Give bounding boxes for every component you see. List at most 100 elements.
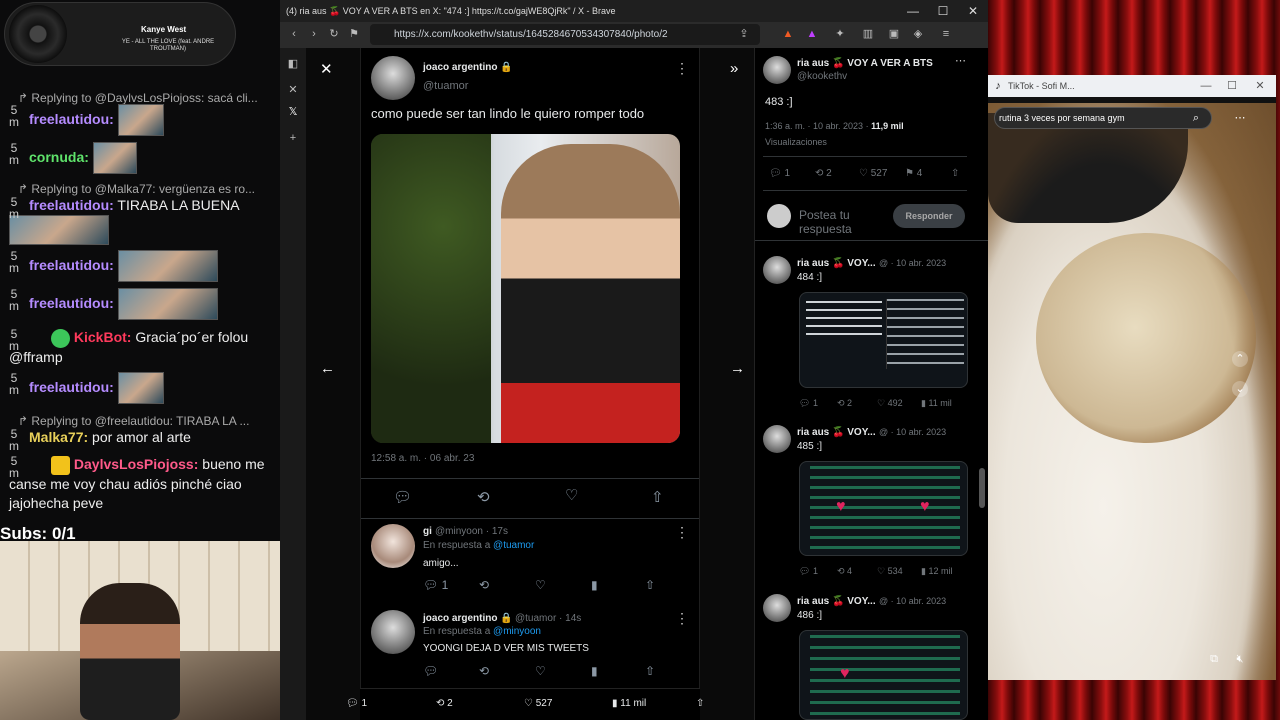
tweet-photo[interactable] xyxy=(371,134,680,443)
reply-icon[interactable]: 💬︎ xyxy=(393,488,412,506)
item-image[interactable] xyxy=(799,292,968,388)
thread-likes[interactable]: ♡ 527 xyxy=(859,168,887,179)
views-icon[interactable]: ▮ xyxy=(591,578,598,592)
sidebar-toggle-icon[interactable]: ▥ xyxy=(860,26,876,42)
maximize-button[interactable]: ☐ xyxy=(928,0,958,22)
item-avatar[interactable] xyxy=(763,256,791,284)
item-author[interactable]: ria aus 🍒 VOY... xyxy=(797,427,876,438)
views-icon[interactable]: ▮ xyxy=(591,664,598,678)
item-views[interactable]: ▮ 12 mil xyxy=(921,566,952,577)
item-avatar[interactable] xyxy=(763,594,791,622)
extensions-icon[interactable]: ✦ xyxy=(832,26,848,42)
browser-window: (4) ria aus 🍒 VOY A VER A BTS en X: "474… xyxy=(280,0,989,720)
search-icon[interactable]: ⌕ xyxy=(1188,110,1204,126)
item-author[interactable]: ria aus 🍒 VOY... xyxy=(797,258,876,269)
retweet-icon[interactable]: ⟲ xyxy=(479,664,489,678)
close-icon[interactable]: ✕ xyxy=(320,60,333,78)
like-icon[interactable]: ♡ xyxy=(565,486,578,504)
mute-icon[interactable]: 🔇︎ xyxy=(1232,651,1248,667)
sidebar-panel-icon[interactable]: ◧ xyxy=(285,56,301,72)
bottom-replies[interactable]: 💬︎ 1 xyxy=(346,698,367,709)
bottom-views[interactable]: ▮ 11 mil xyxy=(612,698,646,709)
more-options-icon[interactable]: ⋯ xyxy=(955,54,966,67)
item-likes[interactable]: ♡ 492 xyxy=(877,398,903,409)
menu-icon[interactable]: ≡ xyxy=(938,26,954,42)
share-icon[interactable]: ⇧ xyxy=(645,578,655,592)
item-views[interactable]: ▮ 11 mil xyxy=(921,398,952,409)
maximize-button[interactable]: ☐ xyxy=(1224,78,1240,94)
reload-icon[interactable]: ↻ xyxy=(326,26,342,42)
thread-author-name[interactable]: ria aus 🍒 VOY A VER A BTS xyxy=(797,58,933,69)
author-handle[interactable]: @tuamor xyxy=(423,80,468,92)
reply-author[interactable]: joaco argentino 🔒 xyxy=(423,613,513,624)
tweet-timestamp[interactable]: 12:58 a. m. · 06 abr. 23 xyxy=(371,453,474,464)
thread-author-avatar[interactable] xyxy=(763,56,791,84)
item-retweets[interactable]: ⟲ 2 xyxy=(837,398,852,409)
item-retweets[interactable]: ⟲ 4 xyxy=(837,566,852,577)
author-avatar[interactable] xyxy=(371,56,415,100)
item-image[interactable]: ♥ xyxy=(799,630,968,720)
item-replies[interactable]: 💬︎ 1 xyxy=(799,398,818,409)
share-icon[interactable]: ⇧ xyxy=(645,664,655,678)
reply-icon[interactable]: 💬︎ xyxy=(423,664,438,678)
minimize-button[interactable]: — xyxy=(1198,78,1214,94)
next-arrow-icon[interactable]: → xyxy=(730,360,745,377)
share-page-icon[interactable]: ⇪ xyxy=(736,26,752,42)
scroll-up-icon[interactable]: ⌃ xyxy=(1232,351,1248,367)
brave-shields-icon[interactable]: ▲ xyxy=(780,26,796,42)
reply-input[interactable]: Postea tu respuesta xyxy=(799,208,889,236)
emote xyxy=(92,142,137,174)
more-options-icon[interactable]: ⋮ xyxy=(675,60,689,77)
bottom-share-icon[interactable]: ⇧ xyxy=(696,698,704,709)
browser-toolbar: ‹ › ↻ ⚑ https://x.com/kookethv/status/16… xyxy=(280,22,988,48)
chat-reply-context: ↱ Replying to @freelautidou: TIRABA LA .… xyxy=(18,414,250,428)
retweet-icon[interactable]: ⟲ xyxy=(477,488,490,506)
reply-author[interactable]: gi xyxy=(423,526,432,537)
thread-replies[interactable]: 💬︎ 1 xyxy=(769,168,790,179)
thread-retweets[interactable]: ⟲ 2 xyxy=(815,168,832,179)
more-options-icon[interactable]: ⋮ xyxy=(675,524,689,541)
back-icon[interactable]: ‹ xyxy=(286,26,302,42)
more-options-icon[interactable]: ⋮ xyxy=(675,610,689,627)
address-bar[interactable]: https://x.com/kookethv/status/1645284670… xyxy=(370,24,760,45)
reply-icon[interactable]: 💬︎ 1 xyxy=(423,578,448,592)
item-image[interactable]: ♥ ♥ xyxy=(799,461,968,556)
more-options-icon[interactable]: ⋯ xyxy=(1232,110,1248,126)
share-icon[interactable]: ⇧ xyxy=(951,168,959,179)
item-replies[interactable]: 💬︎ 1 xyxy=(799,566,818,577)
item-likes[interactable]: ♡ 534 xyxy=(877,566,903,577)
lock-icon: 🔒 xyxy=(500,62,513,73)
sidebar-close-icon[interactable]: ✕ xyxy=(285,82,301,98)
collapse-panel-icon[interactable]: » xyxy=(730,60,738,77)
share-icon[interactable]: ⇧ xyxy=(651,488,664,506)
bottom-retweets[interactable]: ⟲ 2 xyxy=(436,698,453,709)
reply-avatar[interactable] xyxy=(371,610,415,654)
previous-arrow-icon[interactable]: ← xyxy=(320,360,335,377)
author-name[interactable]: joaco argentino 🔒 xyxy=(423,62,513,73)
thread-bookmarks[interactable]: ⚑ 4 xyxy=(905,168,922,179)
reply-button[interactable]: Responder xyxy=(893,204,965,228)
scroll-down-icon[interactable]: ⌄ xyxy=(1232,381,1248,397)
forward-icon[interactable]: › xyxy=(306,26,322,42)
thread-author-handle[interactable]: @kookethv xyxy=(797,71,847,82)
sidebar-add-icon[interactable]: + xyxy=(285,130,301,146)
like-icon[interactable]: ♡ xyxy=(535,578,546,592)
close-window-button[interactable]: ✕ xyxy=(958,0,988,22)
bookmark-icon[interactable]: ⚑ xyxy=(346,26,362,42)
bottom-likes[interactable]: ♡ 527 xyxy=(524,698,552,709)
item-author[interactable]: ria aus 🍒 VOY... xyxy=(797,596,876,607)
close-window-button[interactable]: ✕ xyxy=(1252,78,1268,94)
emote xyxy=(117,288,218,320)
tiktok-search-input[interactable]: rutina 3 veces por semana gym xyxy=(994,107,1212,129)
minimize-button[interactable]: — xyxy=(898,0,928,22)
pip-icon[interactable]: ⧉ xyxy=(1206,651,1222,667)
wallet-icon[interactable]: ▣ xyxy=(886,26,902,42)
scrollbar[interactable] xyxy=(979,468,985,508)
x-logo-icon[interactable]: 𝕏 xyxy=(285,104,301,120)
item-avatar[interactable] xyxy=(763,425,791,453)
retweet-icon[interactable]: ⟲ xyxy=(479,578,489,592)
brave-rewards-icon[interactable]: ▲ xyxy=(804,26,820,42)
vpn-icon[interactable]: ◈ xyxy=(910,26,926,42)
reply-avatar[interactable] xyxy=(371,524,415,568)
like-icon[interactable]: ♡ xyxy=(535,664,546,678)
